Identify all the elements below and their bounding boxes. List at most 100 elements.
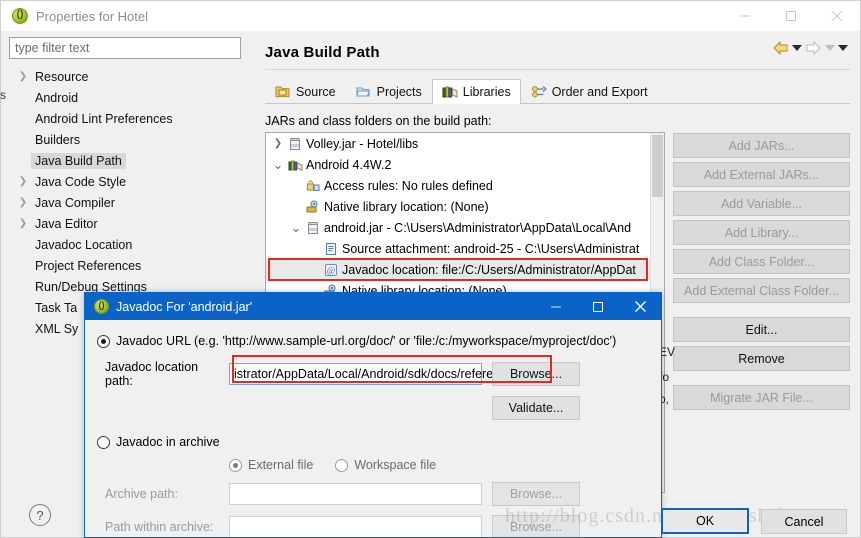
jar-tree-row[interactable]: @ Javadoc location: file:/C:/Users/Admini… [266, 259, 664, 280]
javadoc-path-browse-button[interactable]: Browse... [492, 362, 580, 386]
jar-tree-row[interactable]: Access rules: No rules defined [266, 175, 664, 196]
javadoc-archive-radio-row[interactable]: Javadoc in archive [97, 435, 647, 449]
page-title: Java Build Path [265, 43, 380, 61]
jar-tree-row-label: Source attachment: android-25 - C:\Users… [342, 241, 640, 256]
back-menu-caret-icon[interactable] [792, 45, 802, 51]
button-label: Add Class Folder... [708, 254, 815, 269]
external-file-radio[interactable] [229, 458, 242, 472]
javadoc-location-path-value: istrator/AppData/Local/Android/sdk/docs/… [234, 367, 514, 381]
button-migrate-jar-file: Migrate JAR File... [673, 385, 850, 410]
validate-row: Validate... [97, 396, 647, 420]
archive-path-input[interactable] [229, 483, 482, 505]
button-label: Add Library... [724, 225, 799, 240]
button-add-library: Add Library... [673, 220, 850, 245]
ok-label: OK [695, 514, 715, 528]
minimize-button[interactable] [722, 1, 768, 31]
javadoc-dialog-controls [535, 293, 661, 320]
button-edit[interactable]: Edit... [673, 317, 850, 342]
button-add-jars: Add JARs... [673, 133, 850, 158]
view-menu-caret-icon[interactable] [838, 45, 848, 51]
button-label: Add External Class Folder... [684, 283, 839, 298]
libraries-books-icon [442, 85, 458, 99]
sidebar-item-java-build-path[interactable]: Java Build Path [9, 150, 251, 171]
chevron-down-icon[interactable]: ⌄ [270, 158, 286, 171]
help-glyph: ? [36, 507, 44, 523]
jar-tree-row[interactable]: ❯ 010 Volley.jar - Hotel/libs [266, 133, 664, 154]
archive-path-browse-button: Browse... [492, 482, 580, 506]
chevron-right-icon[interactable]: ❯ [15, 176, 31, 187]
sidebar-item-label: XML Sy [35, 321, 79, 336]
sidebar-item-android[interactable]: Android [9, 87, 251, 108]
tab-label: Projects [376, 85, 422, 99]
button-remove[interactable]: Remove [673, 346, 850, 371]
projects-folder-icon [355, 85, 372, 99]
jar-tree-row[interactable]: Source attachment: android-25 - C:\Users… [266, 238, 664, 259]
sidebar-item-java-code-style[interactable]: ❯ Java Code Style [9, 171, 251, 192]
help-icon[interactable]: ? [29, 504, 51, 526]
sidebar-item-label: Java Code Style [35, 174, 127, 189]
sidebar-item-java-editor[interactable]: ❯ Java Editor [9, 213, 251, 234]
sidebar-item-label: Java Compiler [35, 195, 115, 210]
back-arrow-icon[interactable] [772, 41, 789, 55]
chevron-right-icon[interactable]: ❯ [15, 218, 31, 229]
javadoc-maximize-button[interactable] [577, 293, 619, 320]
chevron-right-icon[interactable]: ❯ [15, 197, 31, 208]
button-add-variable: Add Variable... [673, 191, 850, 216]
tab-libraries[interactable]: Libraries [431, 79, 521, 104]
sidebar-item-java-compiler[interactable]: ❯ Java Compiler [9, 192, 251, 213]
javadoc-location-path-input[interactable]: istrator/AppData/Local/Android/sdk/docs/… [229, 363, 513, 385]
path-within-archive-row: Path within archive: Browse... [97, 515, 647, 537]
cancel-label: Cancel [784, 514, 824, 529]
chevron-right-icon[interactable]: ❯ [270, 138, 286, 149]
javadoc-dialog: Javadoc For 'android.jar' Javadoc URL (e… [84, 292, 662, 538]
workspace-file-label: Workspace file [354, 458, 437, 472]
sidebar-item-project-references[interactable]: Project References [9, 255, 251, 276]
sidebar-item-resource[interactable]: ❯ Resource [9, 66, 251, 87]
tab-projects[interactable]: Projects [346, 79, 432, 104]
tab-label: Libraries [462, 85, 511, 99]
javadoc-at-icon: @ [322, 263, 340, 277]
button-label: Add Variable... [720, 196, 803, 211]
javadoc-archive-radio[interactable] [97, 435, 110, 449]
chevron-down-icon[interactable]: ⌄ [288, 221, 304, 234]
filter-input[interactable]: type filter text [9, 37, 241, 59]
javadoc-dialog-title: Javadoc For 'android.jar' [116, 299, 253, 314]
jar-tree-row[interactable]: ⌄ Android 4.4W.2 [266, 154, 664, 175]
button-label: Remove [738, 351, 785, 366]
jar-tree-row[interactable]: ⌄ 010 android.jar - C:\Users\Administrator… [266, 217, 664, 238]
scrollbar-thumb[interactable] [652, 135, 663, 197]
cancel-button[interactable]: Cancel [761, 509, 847, 534]
close-button[interactable] [814, 1, 860, 31]
path-within-archive-input[interactable] [229, 516, 482, 537]
ok-button[interactable]: OK [661, 508, 749, 534]
jar-tree-row[interactable]: Native library location: (None) [266, 196, 664, 217]
tab-order-and-export[interactable]: Order and Export [521, 79, 658, 104]
sidebar-item-javadoc-location[interactable]: Javadoc Location [9, 234, 251, 255]
javadoc-url-radio-row[interactable]: Javadoc URL (e.g. 'http://www.sample-url… [97, 334, 647, 348]
sidebar-item-android-lint-preferences[interactable]: Android Lint Preferences [9, 108, 251, 129]
order-export-icon [531, 85, 547, 99]
svg-text:010: 010 [309, 227, 317, 232]
javadoc-url-label: Javadoc URL (e.g. 'http://www.sample-url… [116, 334, 617, 348]
javadoc-url-radio[interactable] [97, 334, 110, 348]
validate-button[interactable]: Validate... [492, 396, 580, 420]
jar-tree-row-label: Javadoc location: file:/C:/Users/Adminis… [342, 262, 636, 277]
archive-file-kind-row: External file Workspace file [97, 458, 647, 472]
tab-source[interactable]: Source [265, 79, 346, 104]
workspace-file-radio[interactable] [335, 458, 349, 472]
maximize-button[interactable] [768, 1, 814, 31]
javadoc-close-button[interactable] [619, 293, 661, 320]
chevron-right-icon[interactable]: ❯ [15, 71, 31, 82]
path-within-archive-browse-button: Browse... [492, 515, 580, 537]
button-label: Add External JARs... [703, 167, 820, 182]
sidebar-item-label: Builders [35, 132, 81, 147]
window-title: Properties for Hotel [36, 8, 148, 24]
button-label: Migrate JAR File... [710, 390, 813, 405]
javadoc-location-path-row: Javadoc location path: istrator/AppData/… [97, 360, 647, 388]
button-gap [673, 307, 850, 313]
javadoc-minimize-button[interactable] [535, 293, 577, 320]
svg-text:@: @ [327, 265, 335, 275]
sidebar-item-builders[interactable]: Builders [9, 129, 251, 150]
filter-placeholder: type filter text [15, 41, 90, 55]
edge-letter: s [0, 88, 6, 102]
